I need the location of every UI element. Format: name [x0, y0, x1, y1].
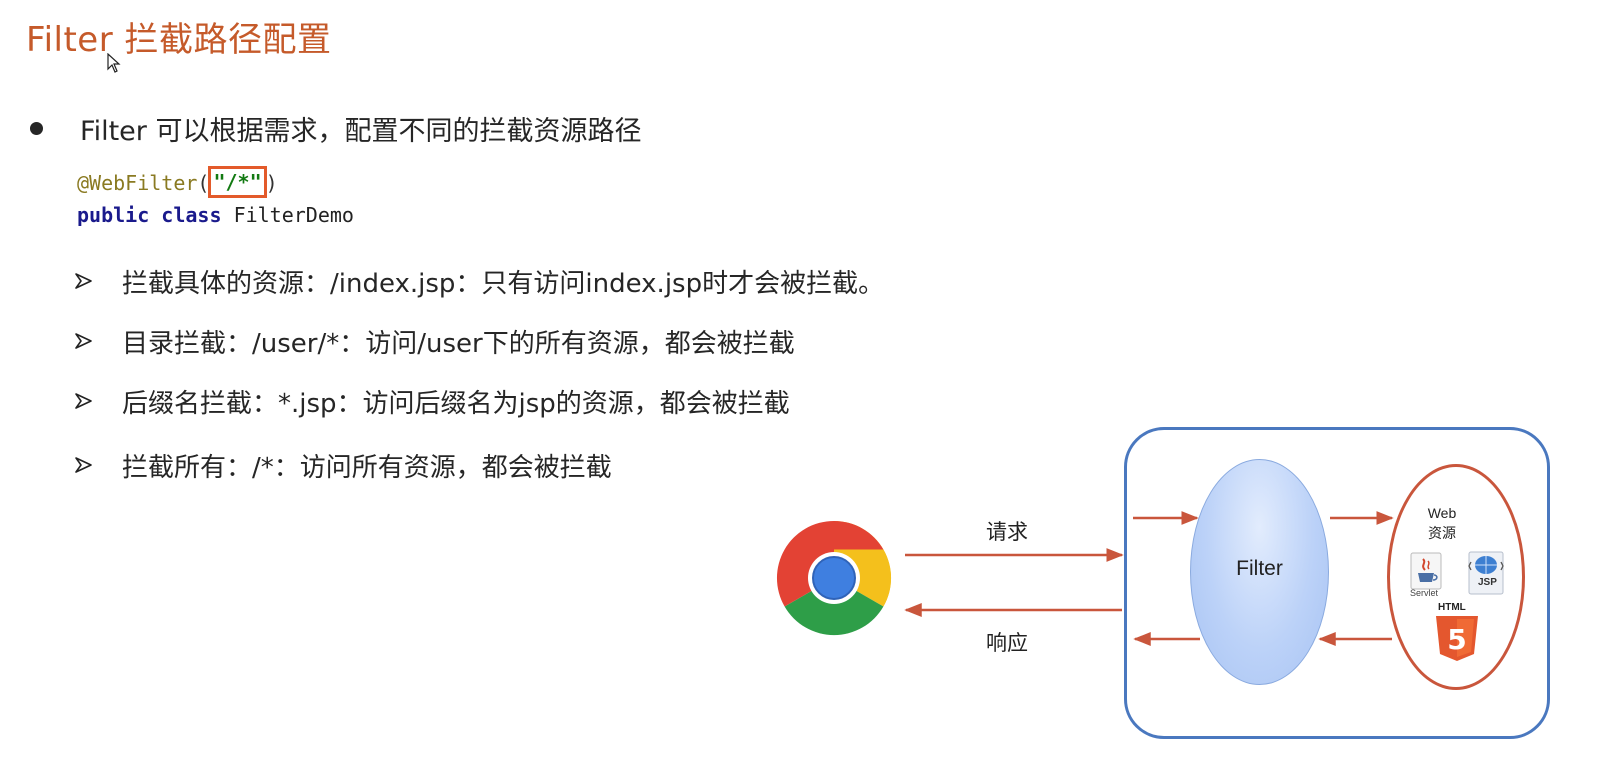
servlet-caption: Servlet	[1410, 588, 1439, 598]
diagram-arrows: 5	[776, 511, 1504, 661]
html5-icon: 5	[1436, 616, 1478, 661]
chrome-icon	[776, 521, 892, 636]
servlet-icon	[1410, 552, 1442, 590]
html5-badge-number: 5	[1447, 623, 1466, 656]
jsp-caption: JSP	[1478, 577, 1497, 588]
html-caption: HTML	[1438, 602, 1466, 613]
